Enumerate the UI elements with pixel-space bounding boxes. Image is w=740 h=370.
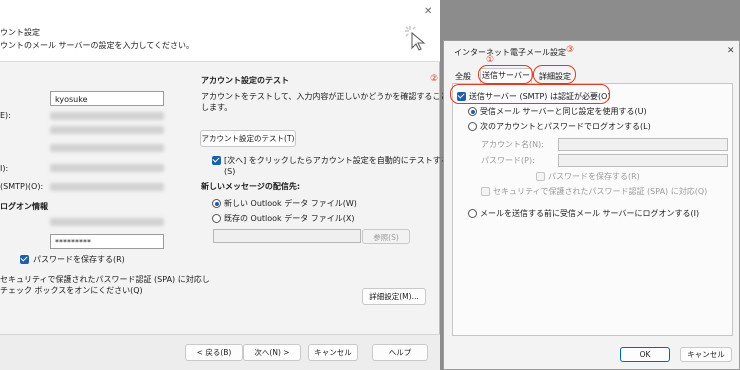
- spa-note-line1: セキュリティで保護されたパスワード認証 (SPA) に対応し: [0, 275, 210, 284]
- test-account-button[interactable]: アカウント設定のテスト(T): [200, 130, 296, 147]
- mouse-pointer-icon: [405, 26, 426, 51]
- delivery-title: 新しいメッセージの配信先:: [201, 182, 301, 191]
- browse-button[interactable]: 参照(S): [362, 229, 410, 244]
- spa-checkbox[interactable]: [481, 187, 490, 196]
- spa-note-line2: チェック ボックスをオンにください(Q): [0, 286, 143, 295]
- blurred-field: [50, 144, 164, 152]
- annotation-ring-advanced-tab: [533, 65, 576, 84]
- tab-general[interactable]: 全般: [452, 70, 474, 83]
- back-button[interactable]: < 戻る(B): [185, 344, 243, 361]
- username-field[interactable]: kyosuke: [50, 91, 164, 106]
- test-section-title: アカウント設定のテスト: [201, 76, 289, 85]
- label-e: E):: [0, 111, 11, 120]
- remember-password-label: パスワードを保存する(R): [548, 172, 640, 181]
- test-section-desc1: アカウントをテストして、入力内容が正しいかどうかを確認することをお勧め: [201, 92, 481, 101]
- blurred-field: [50, 218, 164, 226]
- auto-test-checkbox[interactable]: [212, 156, 221, 165]
- annotation-ring-outgoing-tab: [478, 65, 533, 84]
- header-title: ウント設定: [0, 28, 40, 37]
- blurred-field: [50, 183, 164, 191]
- ok-button[interactable]: OK: [620, 347, 670, 362]
- account-name-input[interactable]: [558, 138, 728, 151]
- close-icon[interactable]: ✕: [727, 46, 735, 56]
- logon-before-send-radio[interactable]: [468, 209, 477, 218]
- logon-with-radio[interactable]: [468, 122, 477, 131]
- annotation-ring-smtp-auth: [450, 84, 610, 104]
- logon-with-label: 次のアカウントとパスワードでログオンする(L): [480, 122, 651, 131]
- help-button[interactable]: ヘルプ: [372, 344, 428, 361]
- auto-test-label2: (S): [224, 167, 236, 176]
- spa-label: セキュリティで保護されたパスワード認証 (SPA) に対応(Q): [493, 187, 708, 196]
- annotation-3: ③: [566, 45, 575, 55]
- cancel-button[interactable]: キャンセル: [680, 347, 732, 362]
- dialog-header: ウント設定 ウントのメール サーバーの設定を入力してください。 ✕: [0, 0, 440, 62]
- annotation-2: ②: [430, 74, 439, 84]
- password-label: パスワード(P):: [481, 156, 535, 165]
- same-as-incoming-radio[interactable]: [468, 107, 477, 116]
- same-as-incoming-label: 受信メール サーバーと同じ設定を使用する(U): [480, 107, 647, 116]
- label-smtp: (SMTP)(O):: [0, 182, 44, 191]
- more-settings-button[interactable]: 詳細設定(M)...: [362, 288, 426, 305]
- save-password-checkbox[interactable]: [20, 255, 29, 264]
- blurred-field: [50, 112, 164, 120]
- password-field[interactable]: *********: [50, 234, 164, 249]
- next-button[interactable]: 次へ(N) >: [243, 344, 301, 361]
- blurred-field: [50, 126, 164, 134]
- existing-data-file-label: 既存の Outlook データ ファイル(X): [224, 214, 355, 223]
- label-i: I):: [0, 164, 9, 173]
- new-data-file-radio[interactable]: [212, 199, 221, 208]
- annotation-1: ①: [486, 55, 495, 65]
- remember-password-checkbox[interactable]: [536, 172, 545, 181]
- header-subtitle: ウントのメール サーバーの設定を入力してください。: [0, 41, 194, 50]
- dialog-footer: < 戻る(B) 次へ(N) > キャンセル ヘルプ: [0, 334, 440, 370]
- test-section-desc2: します。: [201, 103, 233, 112]
- password-input[interactable]: [558, 154, 728, 167]
- logon-before-send-label: メールを送信する前に受信メール サーバーにログオンする(I): [480, 209, 700, 218]
- blurred-field: [50, 164, 164, 172]
- tab-panel: 送信サーバー (SMTP) は認証が必要(O) 受信メール サーバーと同じ設定を…: [452, 83, 733, 336]
- cancel-button[interactable]: キャンセル: [308, 344, 358, 361]
- data-file-path-input[interactable]: [213, 229, 361, 243]
- existing-data-file-radio[interactable]: [212, 214, 221, 223]
- account-name-label: アカウント名(N):: [481, 140, 544, 149]
- auto-test-label1: [次へ] をクリックしたらアカウント設定を自動的にテストする: [224, 156, 449, 165]
- dialog-title: インターネット電子メール設定: [454, 48, 566, 57]
- tab-general-label: 全般: [455, 72, 471, 81]
- close-icon[interactable]: ✕: [424, 6, 432, 17]
- save-password-label: パスワードを保存する(R): [33, 255, 125, 264]
- account-settings-dialog: ウント設定 ウントのメール サーバーの設定を入力してください。 ✕ E): ky…: [0, 0, 480, 370]
- logon-info-heading: ログオン情報: [0, 202, 48, 211]
- new-data-file-label: 新しい Outlook データ ファイル(W): [224, 199, 357, 208]
